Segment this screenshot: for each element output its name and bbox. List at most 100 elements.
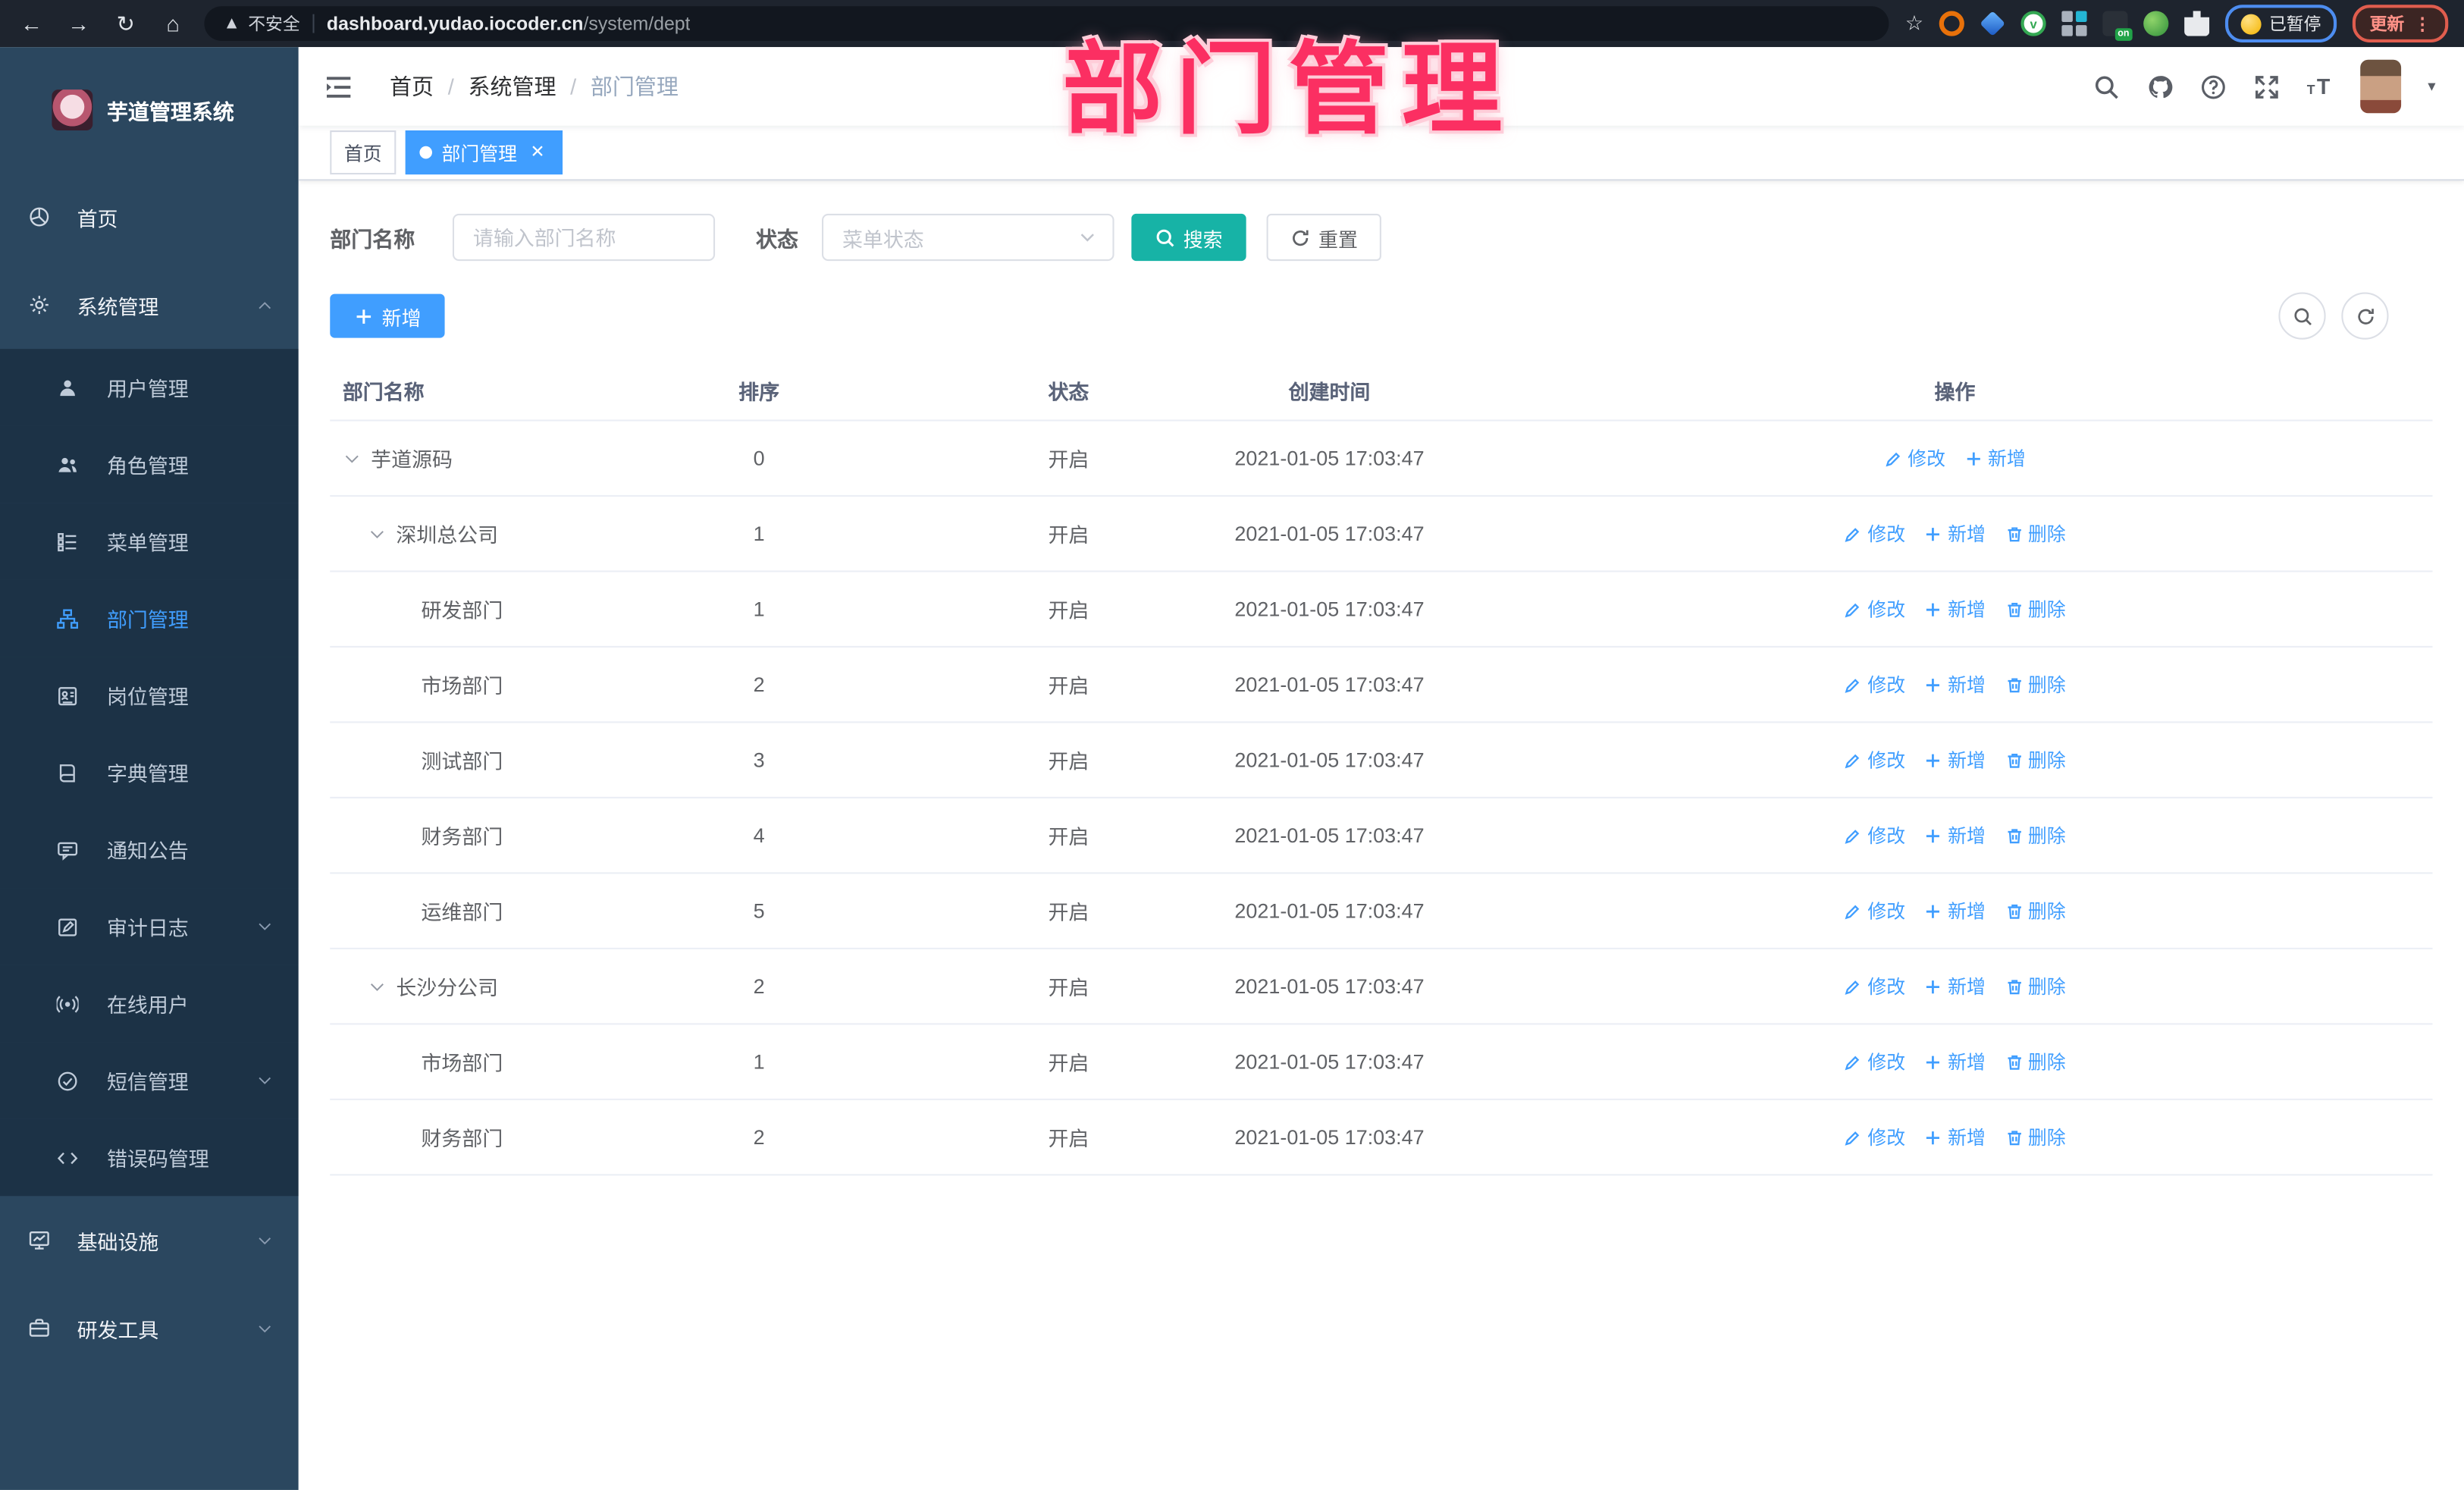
tab-home[interactable]: 首页 bbox=[330, 130, 397, 175]
sort-cell: 2 bbox=[753, 974, 765, 999]
avatar[interactable] bbox=[2360, 59, 2402, 114]
delete-link[interactable]: 删除 bbox=[2005, 671, 2066, 698]
sidebar-item-online-users[interactable]: 在线用户 bbox=[0, 965, 299, 1043]
edit-link[interactable]: 修改 bbox=[1844, 822, 1905, 849]
browser-back-icon[interactable]: ← bbox=[16, 11, 47, 36]
created-cell: 2021-01-05 17:03:47 bbox=[1234, 974, 1425, 999]
add-link[interactable]: 新增 bbox=[1924, 822, 1986, 849]
svg-text:T: T bbox=[2317, 74, 2331, 99]
profile-chip[interactable]: 已暂停 bbox=[2224, 5, 2337, 42]
edit-link[interactable]: 修改 bbox=[1844, 1048, 1905, 1074]
tab-close-icon[interactable]: ✕ bbox=[526, 142, 548, 164]
edit-link[interactable]: 修改 bbox=[1844, 520, 1905, 547]
status-select[interactable]: 菜单状态 bbox=[822, 213, 1114, 262]
browser-update-button[interactable]: 更新 ⋮ bbox=[2352, 5, 2449, 42]
breadcrumb-system[interactable]: 系统管理 bbox=[468, 71, 590, 102]
edit-link[interactable]: 修改 bbox=[1844, 898, 1905, 924]
edit-link[interactable]: 修改 bbox=[1844, 671, 1905, 698]
edit-link[interactable]: 修改 bbox=[1844, 747, 1905, 773]
delete-link[interactable]: 删除 bbox=[2005, 596, 2066, 623]
font-size-icon[interactable]: TT bbox=[2307, 73, 2334, 99]
help-icon[interactable] bbox=[2200, 73, 2227, 99]
breadcrumb-home[interactable]: 首页 bbox=[390, 71, 468, 102]
add-link[interactable]: 新增 bbox=[1924, 596, 1986, 623]
address-bar[interactable]: ▲ 不安全 dashboard.yudao.iocoder.cn/system/… bbox=[204, 6, 1890, 41]
delete-link[interactable]: 删除 bbox=[2005, 1124, 2066, 1150]
add-link[interactable]: 新增 bbox=[1964, 445, 2026, 472]
sidebar-item-infrastructure[interactable]: 基础设施 bbox=[0, 1196, 299, 1284]
extension-icon[interactable]: on bbox=[2102, 11, 2133, 41]
sidebar-item-sms-mgmt[interactable]: 短信管理 bbox=[0, 1042, 299, 1119]
edit-link[interactable]: 修改 bbox=[1884, 445, 1945, 472]
fullscreen-icon[interactable] bbox=[2253, 73, 2280, 99]
add-link[interactable]: 新增 bbox=[1924, 898, 1986, 924]
dept-name-cell: 芋道源码 bbox=[330, 444, 563, 473]
edit-link[interactable]: 修改 bbox=[1844, 1124, 1905, 1150]
add-icon bbox=[1924, 1128, 1943, 1147]
delete-link[interactable]: 删除 bbox=[2005, 898, 2066, 924]
browser-home-icon[interactable]: ⌂ bbox=[157, 11, 188, 36]
chevron-down-icon[interactable]: ▾ bbox=[2428, 78, 2435, 96]
status-cell: 开启 bbox=[1048, 1127, 1089, 1151]
browser-reload-icon[interactable]: ↻ bbox=[110, 10, 141, 36]
add-link[interactable]: 新增 bbox=[1924, 1124, 1986, 1150]
delete-link[interactable]: 删除 bbox=[2005, 520, 2066, 547]
sidebar-item-menu-mgmt[interactable]: 菜单管理 bbox=[0, 503, 299, 580]
delete-link[interactable]: 删除 bbox=[2005, 822, 2066, 849]
tab-dept-mgmt[interactable]: 部门管理 ✕ bbox=[405, 130, 563, 175]
sidebar-toggle-icon[interactable] bbox=[325, 73, 352, 99]
dept-name: 市场部门 bbox=[421, 674, 503, 698]
dept-name: 研发部门 bbox=[421, 598, 503, 623]
expand-arrow-icon[interactable] bbox=[368, 977, 387, 996]
sidebar-item-role-mgmt[interactable]: 角色管理 bbox=[0, 425, 299, 503]
sidebar-item-notice[interactable]: 通知公告 bbox=[0, 811, 299, 889]
add-link[interactable]: 新增 bbox=[1924, 973, 1986, 999]
delete-link[interactable]: 删除 bbox=[2005, 1048, 2066, 1074]
sidebar-item-post-mgmt[interactable]: 岗位管理 bbox=[0, 657, 299, 734]
expand-arrow-icon[interactable] bbox=[343, 449, 362, 468]
chevron-down-icon bbox=[256, 1319, 274, 1337]
expand-arrow-icon[interactable] bbox=[368, 524, 387, 543]
delete-link[interactable]: 删除 bbox=[2005, 747, 2066, 773]
sidebar-item-dev-tools[interactable]: 研发工具 bbox=[0, 1284, 299, 1372]
extension-icon[interactable]: v bbox=[2020, 11, 2046, 36]
add-link[interactable]: 新增 bbox=[1924, 747, 1986, 773]
add-link[interactable]: 新增 bbox=[1924, 520, 1986, 547]
browser-forward-icon[interactable]: → bbox=[63, 11, 94, 36]
sidebar-item-dept-mgmt[interactable]: 部门管理 bbox=[0, 579, 299, 657]
table-header-row: 部门名称 排序 状态 创建时间 操作 bbox=[330, 360, 2433, 422]
toggle-search-button[interactable] bbox=[2278, 292, 2326, 340]
status-cell: 开启 bbox=[1048, 447, 1089, 472]
sidebar-logo[interactable]: 芋道管理系统 bbox=[0, 47, 299, 173]
dept-name-label: 部门名称 bbox=[330, 227, 415, 252]
bookmark-star-icon[interactable]: ☆ bbox=[1905, 11, 1923, 36]
sidebar-item-dict-mgmt[interactable]: 字典管理 bbox=[0, 733, 299, 811]
add-button[interactable]: 新增 bbox=[330, 293, 445, 338]
reset-button[interactable]: 重置 bbox=[1266, 213, 1381, 262]
sidebar-item-audit-log[interactable]: 审计日志 bbox=[0, 888, 299, 965]
search-button[interactable]: 搜索 bbox=[1131, 213, 1246, 262]
sidebar-item-system-mgmt[interactable]: 系统管理 bbox=[0, 261, 299, 349]
add-link[interactable]: 新增 bbox=[1924, 671, 1986, 698]
extension-icon[interactable] bbox=[2061, 11, 2087, 36]
search-icon[interactable] bbox=[2093, 73, 2120, 99]
extension-icon[interactable] bbox=[2143, 11, 2169, 36]
edit-link[interactable]: 修改 bbox=[1844, 973, 1905, 999]
github-icon[interactable] bbox=[2146, 73, 2173, 99]
edit-link[interactable]: 修改 bbox=[1844, 596, 1905, 623]
sidebar-item-home[interactable]: 首页 bbox=[0, 173, 299, 261]
add-link[interactable]: 新增 bbox=[1924, 1048, 1986, 1074]
dept-name: 财务部门 bbox=[421, 825, 503, 849]
extensions-puzzle-icon[interactable] bbox=[2184, 11, 2210, 36]
created-cell: 2021-01-05 17:03:47 bbox=[1234, 522, 1425, 546]
browser-menu-icon[interactable]: ⋮ bbox=[2414, 14, 2431, 34]
sidebar-item-user-mgmt[interactable]: 用户管理 bbox=[0, 349, 299, 426]
extension-icon[interactable] bbox=[1939, 11, 1964, 36]
sidebar-item-error-code-mgmt[interactable]: 错误码管理 bbox=[0, 1118, 299, 1197]
refresh-table-button[interactable] bbox=[2341, 292, 2389, 340]
delete-link[interactable]: 删除 bbox=[2005, 973, 2066, 999]
status-label: 状态 bbox=[755, 227, 798, 252]
extension-icon[interactable] bbox=[1980, 11, 2006, 36]
dept-name-input[interactable] bbox=[452, 213, 716, 262]
security-warning[interactable]: ▲ 不安全 bbox=[223, 11, 299, 36]
